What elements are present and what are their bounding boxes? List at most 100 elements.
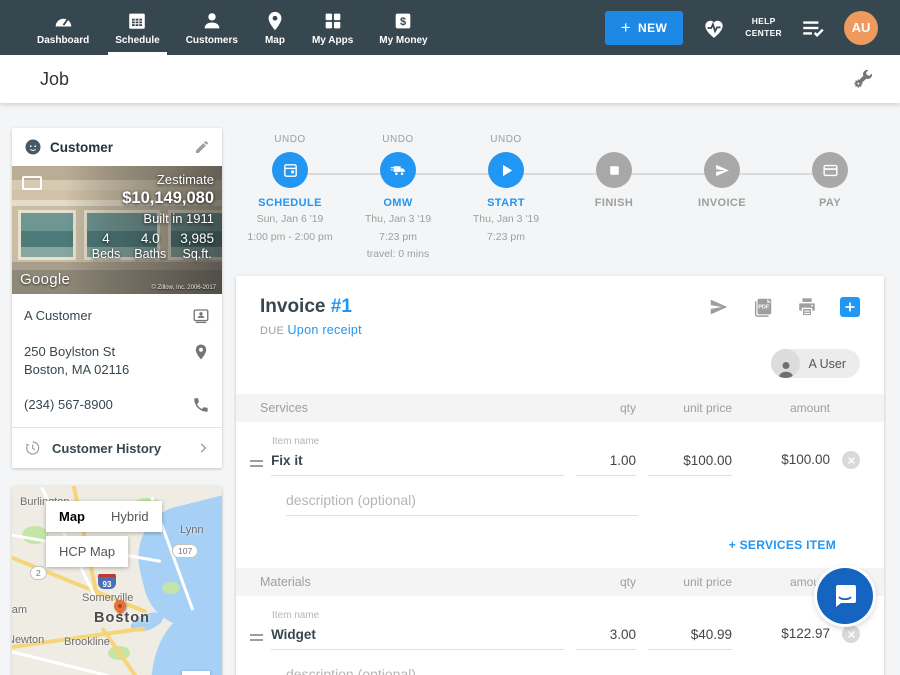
chevron-right-icon [196, 441, 210, 455]
timeline-step-finish: FINISH [560, 134, 668, 262]
invoice-step-button[interactable] [704, 152, 740, 188]
nav-item-customers[interactable]: Customers [173, 0, 251, 55]
qty-column-header: qty [576, 401, 636, 415]
nav-item-map[interactable]: Map [251, 0, 299, 55]
nav-item-dashboard[interactable]: Dashboard [24, 0, 102, 55]
property-stats: 4Beds 4.0Baths 3,985Sq.ft. [92, 231, 214, 261]
print-icon[interactable] [796, 296, 818, 318]
job-timeline: UNDO SCHEDULE Sun, Jan 6 '19 1:00 pm - 2… [236, 128, 884, 262]
omw-step-button[interactable] [380, 152, 416, 188]
map-type-hybrid-button[interactable]: Hybrid [98, 501, 162, 532]
qty-column-header: qty [576, 575, 636, 589]
streetview-toggle-icon[interactable] [22, 176, 42, 190]
job-tools-icon[interactable] [852, 68, 874, 90]
unit-price-column-header: unit price [648, 401, 732, 415]
nav-item-my-money[interactable]: $ My Money [366, 0, 440, 55]
section-title: Services [260, 401, 564, 415]
add-services-item-link[interactable]: + SERVICES ITEM [729, 538, 836, 552]
timeline-step-omw: UNDO OMW Thu, Jan 3 '19 7:23 pm travel: … [344, 134, 452, 262]
send-invoice-icon[interactable] [708, 296, 730, 318]
map-card[interactable]: Burlington Lynn Somerville Boston Waltha… [12, 486, 222, 675]
activity-feed-icon[interactable] [800, 15, 826, 41]
nav-label: Customers [186, 35, 238, 46]
contact-card-icon[interactable] [192, 307, 210, 325]
baths-value: 4.0 [134, 231, 166, 246]
map-zoom-in-button[interactable]: + [182, 671, 210, 675]
material-description-input[interactable] [286, 666, 638, 675]
help-center-link[interactable]: HELP CENTER [745, 16, 782, 38]
content-area: Customer Zestimate $10,149,080 Built in … [0, 103, 900, 675]
service-item-name-input[interactable] [271, 453, 564, 476]
location-pin-icon[interactable] [192, 343, 210, 361]
step-time: 1:00 pm - 2:00 pm [236, 230, 344, 245]
new-button[interactable]: + NEW [605, 11, 684, 45]
pay-step-button[interactable] [812, 152, 848, 188]
history-clock-icon [24, 440, 40, 456]
material-item-row: $122.97 [250, 625, 870, 650]
invoice-number-link[interactable]: #1 [331, 296, 352, 317]
nav-label: My Apps [312, 35, 353, 46]
nav-items: Dashboard Schedule Customers Map My Apps… [0, 0, 441, 55]
undo-omw-button[interactable]: UNDO [344, 134, 452, 148]
customer-phone-row: (234) 567-8900 [12, 387, 222, 423]
assigned-user-chip[interactable]: A User [771, 349, 860, 378]
page-title: Job [40, 69, 69, 90]
interstate-93-shield: 93 [98, 574, 116, 589]
service-unit-price-input[interactable] [648, 453, 732, 476]
dashboard-icon [52, 10, 74, 32]
left-column: Customer Zestimate $10,149,080 Built in … [12, 128, 222, 675]
due-label: DUE [260, 325, 284, 337]
property-photo[interactable]: Zestimate $10,149,080 Built in 1911 4Bed… [12, 166, 222, 294]
customer-history-link[interactable]: Customer History [12, 428, 222, 468]
undo-start-button[interactable]: UNDO [452, 134, 560, 148]
phone-icon[interactable] [192, 396, 210, 414]
play-icon [498, 162, 515, 179]
step-label: PAY [776, 197, 884, 209]
service-amount: $100.00 [744, 452, 830, 476]
service-item-row: $100.00 [250, 451, 870, 476]
map-type-map-button[interactable]: Map [46, 501, 98, 532]
material-qty-input[interactable] [576, 627, 636, 650]
help-center-line1: HELP [745, 16, 782, 27]
step-time: 7:23 pm [452, 230, 560, 245]
undo-schedule-button[interactable]: UNDO [236, 134, 344, 148]
service-description-input[interactable] [286, 492, 638, 516]
schedule-step-button[interactable] [272, 152, 308, 188]
service-qty-input[interactable] [576, 453, 636, 476]
nav-item-schedule[interactable]: Schedule [102, 0, 172, 55]
delete-service-item-button[interactable] [842, 451, 860, 469]
edit-pencil-icon[interactable] [194, 139, 210, 155]
add-invoice-item-button[interactable] [840, 297, 860, 317]
pdf-icon[interactable]: PDF [752, 296, 774, 318]
hcp-map-button[interactable]: HCP Map [46, 536, 128, 567]
start-step-button[interactable] [488, 152, 524, 188]
undo-spacer [776, 134, 884, 148]
customer-name-row: A Customer [12, 294, 222, 334]
map-pin-icon [264, 10, 286, 32]
drag-handle[interactable] [250, 457, 263, 467]
material-item-name-input[interactable] [271, 627, 564, 650]
nav-label: Schedule [115, 35, 159, 46]
credit-card-icon [822, 162, 839, 179]
map-label-lynn: Lynn [180, 524, 203, 536]
sqft-label: Sq.ft. [180, 247, 214, 261]
material-unit-price-input[interactable] [648, 627, 732, 650]
step-label: FINISH [560, 197, 668, 209]
delete-material-item-button[interactable] [842, 625, 860, 643]
heart-pulse-icon[interactable] [701, 15, 727, 41]
user-avatar[interactable]: AU [844, 11, 878, 45]
item-name-label: Item name [272, 436, 870, 447]
zestimate-overlay: Zestimate $10,149,080 Built in 1911 4Bed… [92, 172, 214, 261]
drag-handle[interactable] [250, 631, 263, 641]
map-label-newton: Newton [12, 634, 44, 646]
invoice-card: Invoice #1 DUE Upon receipt PDF [236, 276, 884, 675]
due-value-link[interactable]: Upon receipt [287, 323, 361, 337]
person-silhouette-icon [776, 358, 796, 378]
map-type-buttons: Map Hybrid [46, 501, 162, 532]
nav-item-my-apps[interactable]: My Apps [299, 0, 366, 55]
map-park [162, 582, 180, 594]
materials-section: Materials qty unit price amount Item nam… [236, 568, 884, 675]
chat-widget-button[interactable] [817, 568, 873, 624]
finish-step-button[interactable] [596, 152, 632, 188]
zillow-copyright: © Zillow, Inc. 2006-2017 [152, 285, 216, 291]
